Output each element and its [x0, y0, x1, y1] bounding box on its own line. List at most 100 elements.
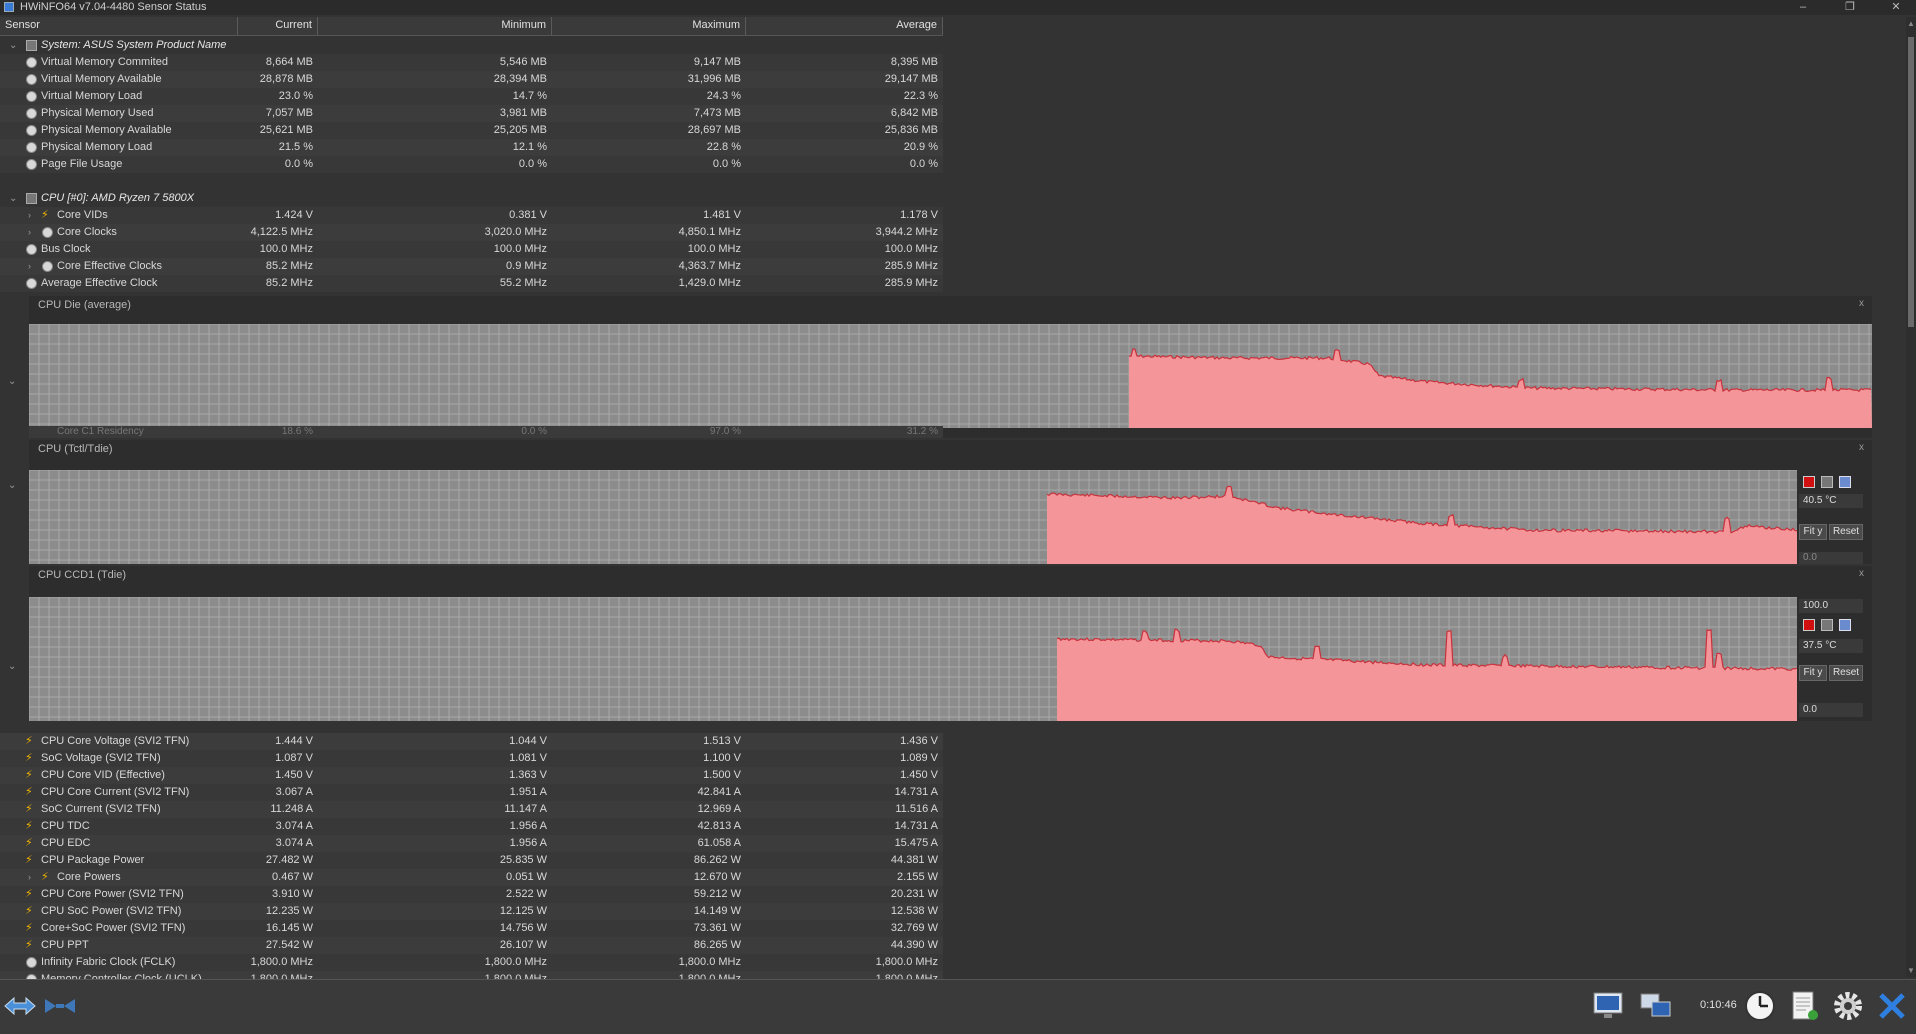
- graph-window-cpu-ccd1[interactable]: CPU CCD1 (Tdie) x 100.0 37.5 °C Fit y Re…: [29, 566, 1872, 721]
- sensor-name: Average Effective Clock: [41, 277, 158, 289]
- sensor-average: 2.155 W: [897, 871, 938, 883]
- graph-close-button[interactable]: x: [1859, 568, 1864, 579]
- reset-button[interactable]: Reset: [1829, 665, 1863, 681]
- sensor-name: CPU PPT: [41, 939, 89, 951]
- table-row[interactable]: CPU Core Current (SVI2 TFN) 3.067 A 1.951 …: [0, 784, 943, 801]
- scrollbar-thumb[interactable]: [1908, 37, 1914, 327]
- sensor-minimum: 28,394 MB: [493, 73, 547, 85]
- scroll-down-icon[interactable]: ▼: [1907, 966, 1915, 975]
- sensor-name: Core Clocks: [57, 226, 117, 238]
- table-row[interactable]: CPU Package Power 27.482 W 25.835 W 86.262 …: [0, 852, 943, 869]
- sensor-current: 1.424 V: [275, 209, 313, 221]
- clock-icon[interactable]: [1742, 989, 1778, 1023]
- sensor-current: 1.444 V: [275, 735, 313, 747]
- table-row[interactable]: Core Effective Clocks 85.2 MHz 0.9 MHz 4,36…: [0, 258, 943, 275]
- table-row[interactable]: Core+SoC Power (SVI2 TFN) 16.145 W 14.756 …: [0, 920, 943, 937]
- sensor-name: Page File Usage: [41, 158, 123, 170]
- sensor-current: 23.0 %: [278, 90, 313, 102]
- current-value-readout: 37.5 °C: [1799, 639, 1863, 653]
- table-row[interactable]: Virtual Memory Available 28,878 MB 28,394 …: [0, 71, 943, 88]
- sensor-minimum: 5,546 MB: [499, 56, 547, 68]
- network-monitor-icon[interactable]: [1590, 989, 1626, 1023]
- table-row[interactable]: CPU TDC 3.074 A 1.956 A 42.813 A 14.731 A: [0, 818, 943, 835]
- sensor-average: 14.731 A: [894, 786, 938, 798]
- sensor-minimum: 1.956 A: [509, 837, 547, 849]
- header-minimum[interactable]: Minimum: [318, 17, 552, 35]
- table-row[interactable]: Infinity Fabric Clock (FCLK) 1,800.0 MHz 1…: [0, 954, 943, 971]
- sensor-minimum: 11.147 A: [504, 803, 547, 815]
- sensor-minimum: 55.2 MHz: [499, 277, 547, 289]
- table-row[interactable]: CPU Core VID (Effective) 1.450 V 1.363 V 1.…: [0, 767, 943, 784]
- close-x-icon[interactable]: [1874, 989, 1910, 1023]
- fit-y-button[interactable]: Fit y: [1799, 524, 1827, 540]
- collapse-icon[interactable]: [8, 661, 18, 672]
- table-row[interactable]: Page File Usage 0.0 % 0.0 % 0.0 % 0.0 %: [0, 156, 943, 173]
- fit-y-button[interactable]: Fit y: [1799, 665, 1827, 681]
- restore-button[interactable]: ❐: [1830, 0, 1870, 15]
- sensor-maximum: 1.481 V: [703, 209, 741, 221]
- sensor-current: 12.235 W: [265, 905, 313, 917]
- sensor-current: 0.0 %: [284, 158, 313, 170]
- sensor-group-row[interactable]: System: ASUS System Product Name: [0, 37, 943, 54]
- table-row[interactable]: Core Clocks 4,122.5 MHz 3,020.0 MHz 4,850.1…: [0, 224, 943, 241]
- table-row[interactable]: Physical Memory Used 7,057 MB 3,981 MB 7,47…: [0, 105, 943, 122]
- color-swatch-button[interactable]: [1821, 476, 1833, 488]
- sensor-maximum: 0.0 %: [712, 158, 741, 170]
- graph-close-button[interactable]: x: [1859, 298, 1864, 309]
- table-left-strip: [0, 296, 28, 438]
- table-row[interactable]: CPU Core Voltage (SVI2 TFN) 1.444 V 1.044 …: [0, 733, 943, 750]
- nav-collapse-icon[interactable]: [42, 989, 78, 1023]
- report-icon[interactable]: [1786, 989, 1822, 1023]
- table-row[interactable]: CPU SoC Power (SVI2 TFN) 12.235 W 12.125 W…: [0, 903, 943, 920]
- graph-side-panel: 40.5 °C Fit y Reset 0.0: [1797, 470, 1871, 564]
- table-row: Core C1 Residency 18.6 % 0.0 % 97.0 % 31…: [29, 426, 943, 438]
- header-maximum[interactable]: Maximum: [552, 17, 746, 35]
- collapse-icon[interactable]: [8, 376, 18, 387]
- vertical-scrollbar[interactable]: ▲ ▼: [1906, 17, 1916, 977]
- sensor-maximum: 59.212 W: [693, 888, 741, 900]
- table-row[interactable]: Physical Memory Available 25,621 MB 25,205…: [0, 122, 943, 139]
- sensor-name: CPU Core VID (Effective): [41, 769, 165, 781]
- header-current[interactable]: Current: [238, 17, 318, 35]
- scroll-up-icon[interactable]: ▲: [1907, 19, 1915, 28]
- table-row[interactable]: CPU Core Power (SVI2 TFN) 3.910 W 2.522 W 5…: [0, 886, 943, 903]
- table-row[interactable]: Core VIDs 1.424 V 0.381 V 1.481 V 1.178 V: [0, 207, 943, 224]
- nav-back-forward-icon[interactable]: [2, 989, 38, 1023]
- table-row[interactable]: Core Powers 0.467 W 0.051 W 12.670 W 2.155 W: [0, 869, 943, 886]
- graph-window-cpu-die[interactable]: CPU Die (average) x Core C1 Residency 18…: [29, 296, 1872, 438]
- table-row[interactable]: Virtual Memory Commited 8,664 MB 5,546 MB 9…: [0, 54, 943, 71]
- table-row[interactable]: Physical Memory Load 21.5 % 12.1 % 22.8 % 20…: [0, 139, 943, 156]
- sensor-average: 1.089 V: [900, 752, 938, 764]
- sensor-name: Infinity Fabric Clock (FCLK): [41, 956, 176, 968]
- header-average[interactable]: Average: [746, 17, 943, 35]
- color-swatch-button[interactable]: [1821, 619, 1833, 631]
- graph-close-button[interactable]: x: [1859, 442, 1864, 453]
- sensor-group-row[interactable]: CPU [#0]: AMD Ryzen 7 5800X: [0, 190, 943, 207]
- table-row[interactable]: Bus Clock 100.0 MHz 100.0 MHz 100.0 MHz 100.…: [0, 241, 943, 258]
- graph-window-cpu-tctl[interactable]: CPU (Tctl/Tdie) x 40.5 °C Fit y Reset 0.…: [29, 440, 1872, 564]
- graph-side-panel: 100.0 37.5 °C Fit y Reset 0.0: [1797, 597, 1871, 721]
- sensor-maximum: 14.149 W: [693, 905, 741, 917]
- minimize-button[interactable]: –: [1783, 0, 1823, 15]
- color-swatch-button[interactable]: [1803, 476, 1815, 488]
- sensor-maximum: 1,429.0 MHz: [678, 277, 741, 289]
- color-swatch-button[interactable]: [1839, 476, 1851, 488]
- header-sensor[interactable]: Sensor: [0, 17, 238, 35]
- sensor-average: 285.9 MHz: [884, 277, 938, 289]
- close-window-button[interactable]: ✕: [1876, 0, 1916, 15]
- table-row[interactable]: Average Effective Clock 85.2 MHz 55.2 MHz 1…: [0, 275, 943, 292]
- collapse-icon[interactable]: [8, 480, 18, 491]
- sensor-name: SoC Voltage (SVI2 TFN): [41, 752, 161, 764]
- table-row[interactable]: SoC Voltage (SVI2 TFN) 1.087 V 1.081 V 1.10…: [0, 750, 943, 767]
- sensor-name: CPU Core Voltage (SVI2 TFN): [41, 735, 190, 747]
- reset-button[interactable]: Reset: [1829, 524, 1863, 540]
- sensor-average: 1.178 V: [900, 209, 938, 221]
- remote-icon[interactable]: [1638, 989, 1674, 1023]
- table-row[interactable]: SoC Current (SVI2 TFN) 11.248 A 11.147 A 12…: [0, 801, 943, 818]
- table-row[interactable]: Virtual Memory Load 23.0 % 14.7 % 24.3 % 22.…: [0, 88, 943, 105]
- table-row[interactable]: CPU PPT 27.542 W 26.107 W 86.265 W 44.390 W: [0, 937, 943, 954]
- color-swatch-button[interactable]: [1839, 619, 1851, 631]
- table-row[interactable]: CPU EDC 3.074 A 1.956 A 61.058 A 15.475 A: [0, 835, 943, 852]
- color-swatch-button[interactable]: [1803, 619, 1815, 631]
- settings-gear-icon[interactable]: [1830, 989, 1866, 1023]
